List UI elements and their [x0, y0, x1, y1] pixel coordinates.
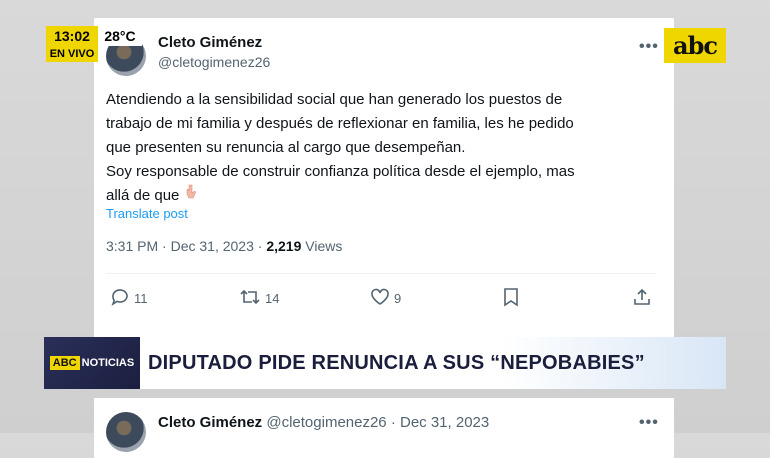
share-button[interactable]: [632, 286, 652, 310]
next-post-header: Cleto Giménez @cletogimenez26 · Dec 31, …: [158, 414, 489, 431]
abc-logo: abc: [664, 28, 726, 63]
share-icon: [632, 287, 652, 310]
badge-brand: ABC: [49, 356, 80, 370]
more-options-icon[interactable]: •••: [639, 414, 659, 432]
author-name[interactable]: Cleto Giménez: [158, 414, 262, 431]
more-options-icon[interactable]: •••: [639, 38, 659, 56]
clock: 13:02: [46, 26, 98, 46]
heart-icon: [370, 287, 390, 310]
badge-label: NOTICIAS: [81, 357, 135, 369]
divider: [106, 273, 656, 274]
reply-button[interactable]: 11: [110, 286, 148, 310]
post-date[interactable]: Dec 31, 2023: [400, 414, 489, 431]
avatar[interactable]: [106, 412, 146, 452]
post-time[interactable]: 3:31 PM: [106, 238, 158, 254]
next-post-card: Cleto Giménez @cletogimenez26 · Dec 31, …: [94, 398, 674, 458]
temperature: 28°C: [98, 26, 142, 46]
like-count: 9: [394, 290, 402, 306]
headline: DIPUTADO PIDE RENUNCIA A SUS “NEPOBABIES…: [148, 351, 645, 374]
bookmark-button[interactable]: [502, 286, 520, 310]
author-handle[interactable]: @cletogimenez26: [266, 414, 386, 431]
post-text-block: Atendiendo a la sensibilidad social que …: [106, 88, 646, 208]
reply-count: 11: [134, 290, 148, 306]
translate-post-link[interactable]: Translate post: [106, 206, 188, 221]
news-badge: ABC NOTICIAS: [44, 337, 140, 389]
author-handle[interactable]: @cletogimenez26: [158, 54, 270, 70]
post-date[interactable]: Dec 31, 2023: [171, 238, 254, 254]
repost-button[interactable]: 14: [239, 286, 279, 310]
pointing-down-hand-icon: [183, 184, 199, 208]
live-label: EN VIVO: [46, 46, 98, 62]
author-name[interactable]: Cleto Giménez: [158, 34, 262, 51]
post-text: Atendiendo a la sensibilidad social que …: [106, 91, 575, 204]
repost-icon: [239, 287, 261, 310]
like-button[interactable]: 9: [370, 286, 401, 310]
post-meta: 3:31 PM · Dec 31, 2023 · 2,219 Views: [106, 238, 342, 254]
views-count: 2,219: [266, 238, 302, 254]
meta-separator: ·: [162, 238, 171, 254]
headline-bar: DIPUTADO PIDE RENUNCIA A SUS “NEPOBABIES…: [140, 337, 726, 389]
action-bar: 11 14 9: [106, 286, 656, 310]
bookmark-icon: [502, 287, 520, 310]
reply-icon: [110, 287, 130, 310]
meta-separator: ·: [390, 414, 396, 431]
views-label: Views: [305, 238, 343, 254]
post-card: Cleto Giménez @cletogimenez26 ••• Atendi…: [94, 18, 674, 340]
repost-count: 14: [265, 290, 280, 306]
